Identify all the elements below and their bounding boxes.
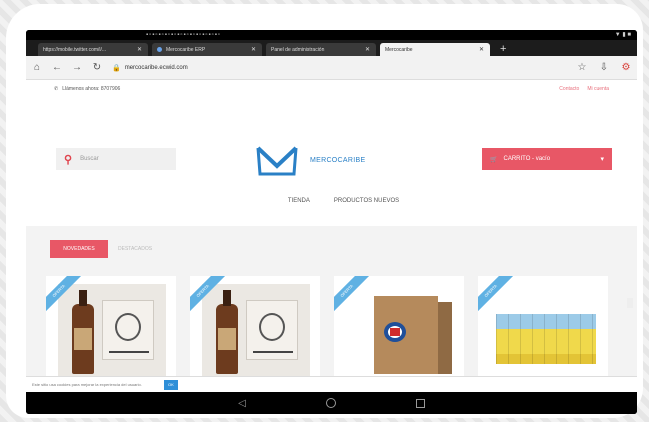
browser-tab[interactable]: Mercocaribe ERP ✕ [152, 43, 262, 56]
search-input[interactable]: ⚲ Buscar [56, 148, 176, 170]
cart-button[interactable]: 🛒 CARRITO - vacío ▾ [482, 148, 612, 170]
back-icon[interactable]: ← [52, 62, 62, 73]
download-icon[interactable]: ⇩ [599, 62, 609, 73]
forward-icon[interactable]: → [72, 62, 82, 73]
product-image-rum [202, 284, 310, 378]
product-card[interactable]: OFERTA [190, 276, 320, 392]
status-bar: ▪▫▪▫▪▫▪▫▪▫▪▫▪▫▪▫▪▫▪▫▪▫▪▫ ▼ ▮ ■ [26, 30, 637, 40]
browser-toolbar: ⌂ ← → ↻ 🔒 mercocaribe.ecwid.com ☆ ⇩ ⚙ [26, 56, 637, 80]
close-icon[interactable]: ✕ [479, 46, 484, 53]
site-header: ⚲ Buscar MERCOCARIBE 🛒 CARRITO - vacío ▾ [26, 98, 637, 226]
info-icon[interactable]: ⚙ [621, 62, 631, 73]
gift-box-shape [102, 300, 154, 360]
bottle-shape [72, 290, 94, 374]
carton-shape [374, 296, 452, 374]
product-image-carton [346, 284, 454, 378]
chevron-down-icon: ▾ [600, 156, 604, 163]
logo-icon [256, 146, 298, 176]
notification-icons: ▪▫▪▫▪▫▪▫▪▫▪▫▪▫▪▫▪▫▪▫▪▫▪▫ [146, 32, 222, 38]
close-icon[interactable]: ✕ [365, 46, 370, 53]
product-card[interactable]: OFERTA [334, 276, 464, 392]
home-icon[interactable]: ⌂ [32, 62, 42, 73]
product-card[interactable]: OFERTA [478, 276, 608, 392]
product-card[interactable]: OFERTA [46, 276, 176, 392]
url-text: mercocaribe.ecwid.com [124, 64, 188, 71]
top-info-bar: ✆ Llámenos ahora: 8707906 Contacto Mi cu… [26, 80, 637, 98]
screenshot-frame: ▪▫▪▫▪▫▪▫▪▫▪▫▪▫▪▫▪▫▪▫▪▫▪▫ ▼ ▮ ■ https://m… [6, 4, 643, 418]
products-section: NOVEDADES DESTACADOS OFERTA OFERTA OFERT… [26, 226, 637, 392]
reload-icon[interactable]: ↻ [92, 62, 102, 73]
browser-tab[interactable]: https://mobile.twitter.com/i/... ✕ [38, 43, 148, 56]
product-grid: OFERTA OFERTA OFERTA OFERTA [46, 276, 608, 392]
android-nav-bar: ◁ [26, 392, 637, 414]
address-bar[interactable]: 🔒 mercocaribe.ecwid.com [112, 64, 567, 72]
main-nav: TIENDA PRODUCTOS NUEVOS [26, 198, 637, 204]
product-image-rum [58, 284, 166, 378]
contact-link[interactable]: Contacto [559, 86, 579, 92]
tab-label: Panel de administración [271, 46, 325, 53]
gift-box-shape [246, 300, 298, 360]
cookie-ok-button[interactable]: OK [163, 379, 178, 390]
browser-tab[interactable]: Panel de administración ✕ [266, 43, 376, 56]
close-icon[interactable]: ✕ [251, 46, 256, 53]
cookie-banner: Este sitio usa cookies para mejorar la e… [26, 376, 637, 392]
search-placeholder: Buscar [80, 156, 99, 162]
close-icon[interactable]: ✕ [137, 46, 142, 53]
favicon-icon [157, 47, 162, 52]
account-link[interactable]: Mi cuenta [587, 86, 609, 92]
nav-item-tienda[interactable]: TIENDA [288, 198, 310, 204]
home-nav-icon[interactable] [325, 398, 336, 408]
tab-label: Mercocaribe [385, 46, 413, 53]
product-tabs: NOVEDADES DESTACADOS [50, 240, 152, 258]
product-image-cans [490, 284, 598, 378]
cart-label: CARRITO - vacío [503, 156, 551, 162]
phone-icon: ✆ [54, 86, 59, 92]
scroll-handle[interactable] [627, 298, 633, 308]
back-nav-icon[interactable]: ◁ [238, 398, 246, 409]
site-logo[interactable]: MERCOCARIBE [254, 142, 365, 178]
new-tab-icon[interactable]: + [500, 42, 506, 56]
tablet-screen: ▪▫▪▫▪▫▪▫▪▫▪▫▪▫▪▫▪▫▪▫▪▫▪▫ ▼ ▮ ■ https://m… [26, 30, 637, 414]
web-page: ✆ Llámenos ahora: 8707906 Contacto Mi cu… [26, 80, 637, 392]
bottle-shape [216, 290, 238, 374]
tab-novedades[interactable]: NOVEDADES [50, 240, 108, 258]
browser-tab-active[interactable]: Mercocaribe ✕ [380, 43, 490, 56]
recents-nav-icon[interactable] [415, 398, 425, 408]
cart-icon: 🛒 [490, 156, 498, 163]
lock-icon: 🔒 [112, 64, 121, 72]
phone-label: Llámenos ahora: 8707906 [62, 86, 121, 92]
cookie-text: Este sitio usa cookies para mejorar la e… [32, 382, 142, 387]
logo-text: MERCOCARIBE [310, 156, 366, 164]
status-icons: ▼ ▮ ■ [614, 32, 631, 38]
browser-tab-strip: https://mobile.twitter.com/i/... ✕ Merco… [26, 40, 637, 56]
nav-item-productos-nuevos[interactable]: PRODUCTOS NUEVOS [334, 198, 399, 204]
tab-destacados[interactable]: DESTACADOS [118, 246, 152, 252]
bookmark-star-icon[interactable]: ☆ [577, 62, 587, 73]
tab-label: https://mobile.twitter.com/i/... [43, 46, 107, 53]
search-icon: ⚲ [64, 153, 73, 166]
cans-shape [496, 314, 596, 364]
tab-label: Mercocaribe ERP [166, 46, 206, 53]
